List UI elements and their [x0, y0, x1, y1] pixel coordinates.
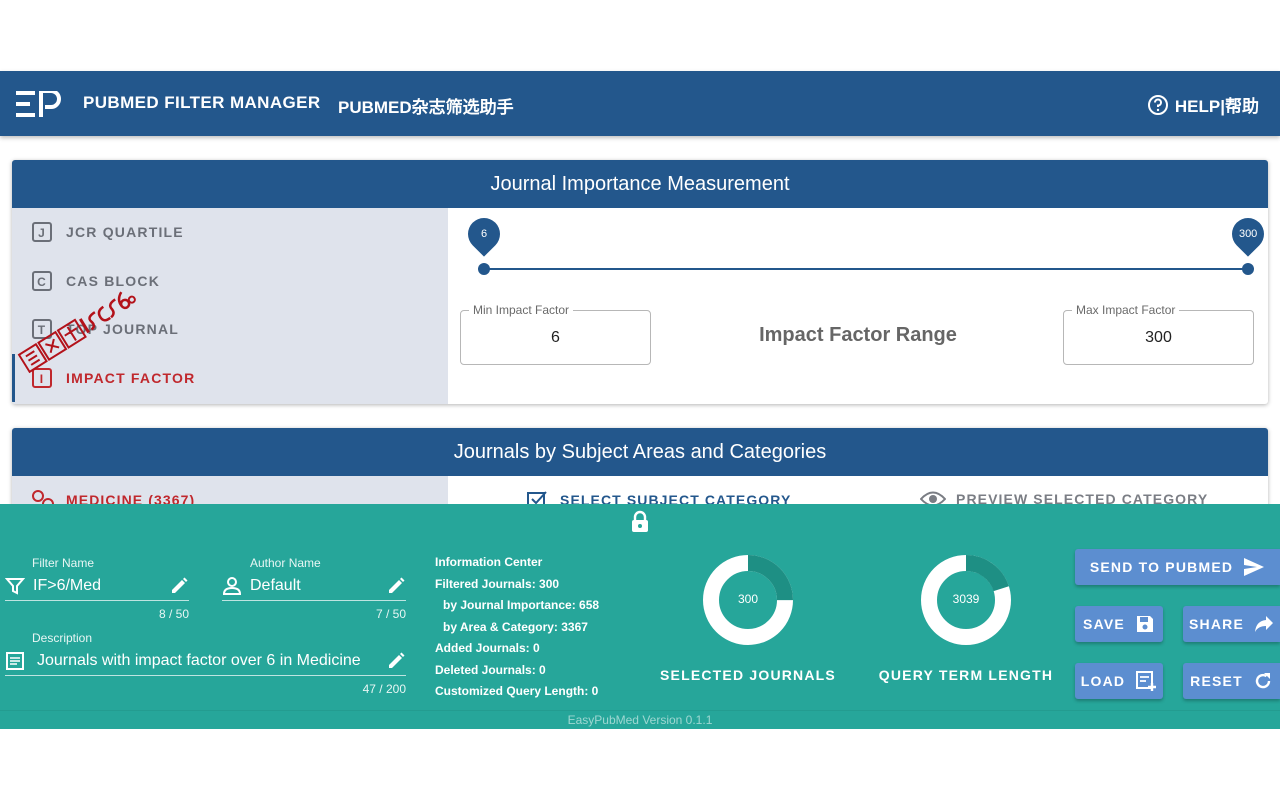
refresh-icon [1253, 671, 1273, 691]
reset-button[interactable]: RESET [1183, 663, 1280, 699]
info-deleted-journals: Deleted Journals: 0 [435, 662, 546, 677]
info-custom-query-length: Customized Query Length: 0 [435, 684, 599, 698]
character-counter: 7 / 50 [375, 607, 406, 621]
query-length-donut: 3039 [920, 554, 1012, 646]
button-label: SHARE [1188, 616, 1244, 632]
field-label: Max Impact Factor [1072, 303, 1180, 317]
svg-text:C: C [37, 275, 47, 289]
menu-label: IMPACT FACTOR [66, 369, 196, 386]
lock-icon[interactable] [630, 510, 650, 534]
pencil-icon[interactable] [386, 651, 406, 671]
slider-min-handle[interactable] [478, 263, 490, 275]
info-by-importance: by Journal Importance: 658 [443, 598, 600, 612]
importance-menu: J JCR QUARTILE C CAS BLOCK T TOP JOURNAL… [12, 208, 448, 404]
query-length-label: QUERY TERM LENGTH [878, 667, 1054, 683]
description-field[interactable]: Description Journals with impact factor … [5, 631, 406, 696]
letter-j-icon: J [32, 222, 52, 243]
app-title: PUBMED FILTER MANAGER [83, 93, 321, 112]
version-label: EasyPubMed Version 0.1.1 [567, 713, 713, 727]
field-label: Description [32, 631, 93, 645]
menu-item-cas-block[interactable]: C CAS BLOCK [12, 257, 448, 306]
footer-divider [0, 710, 1280, 711]
button-label: RESET [1190, 673, 1243, 689]
selected-journals-value: 300 [737, 592, 759, 606]
load-button[interactable]: LOAD [1075, 663, 1163, 699]
menu-label: JCR QUARTILE [66, 224, 184, 241]
journal-importance-card: Journal Importance Measurement J JCR QUA… [12, 160, 1268, 404]
field-value[interactable]: 6 [461, 329, 650, 347]
pencil-icon[interactable] [386, 576, 406, 596]
min-impact-factor-field[interactable]: Min Impact Factor 6 [460, 303, 651, 365]
filter-summary-bar: Filter Name IF>6/Med 8 / 50 Author Name … [0, 504, 1280, 729]
field-label: Filter Name [32, 556, 95, 570]
range-title: Impact Factor Range [759, 324, 957, 346]
notes-icon [5, 651, 25, 671]
max-impact-factor-field[interactable]: Max Impact Factor 300 [1063, 303, 1254, 365]
help-label: HELP|帮助 [1174, 97, 1259, 116]
field-label: Min Impact Factor [469, 303, 574, 317]
info-title: Information Center [435, 555, 543, 569]
card-title: Journals by Subject Areas and Categories [12, 428, 1268, 476]
info-by-area: by Area & Category: 3367 [443, 619, 588, 634]
menu-item-impact-factor[interactable]: I IMPACT FACTOR [12, 353, 448, 402]
filter-name-input[interactable]: IF>6/Med [33, 577, 169, 595]
svg-text:I: I [40, 372, 45, 386]
info-added-journals: Added Journals: 0 [435, 641, 540, 655]
author-name-field[interactable]: Author Name Default 7 / 50 [222, 556, 406, 621]
send-icon [1243, 557, 1265, 577]
ep-logo-icon[interactable] [16, 91, 62, 117]
filter-icon [5, 576, 25, 596]
author-name-input[interactable]: Default [250, 577, 386, 595]
field-label: Author Name [250, 556, 321, 570]
send-to-pubmed-button[interactable]: SEND TO PUBMED [1075, 549, 1280, 585]
person-icon [222, 576, 242, 596]
character-counter: 8 / 50 [158, 607, 189, 621]
menu-label: CAS BLOCK [66, 272, 161, 289]
impact-factor-slider[interactable] [484, 268, 1248, 270]
field-value[interactable]: 300 [1064, 329, 1253, 347]
button-label: SEND TO PUBMED [1089, 559, 1234, 575]
menu-item-jcr-quartile[interactable]: J JCR QUARTILE [12, 208, 448, 257]
slider-max-value-label: 300 [1225, 211, 1268, 257]
share-button[interactable]: SHARE [1183, 606, 1280, 642]
selected-journals-label: SELECTED JOURNALS [660, 667, 836, 683]
letter-c-icon: C [32, 270, 52, 291]
impact-factor-panel: 6 300 Min Impact Factor 6 Impact Factor … [448, 208, 1268, 404]
slider-min-value-label: 6 [461, 211, 507, 257]
button-label: SAVE [1083, 616, 1125, 632]
query-length-value: 3039 [952, 592, 980, 606]
button-label: LOAD [1080, 673, 1126, 689]
filter-name-field[interactable]: Filter Name IF>6/Med 8 / 50 [5, 556, 189, 621]
help-circle-icon [1147, 94, 1169, 116]
playlist-add-icon [1135, 670, 1157, 692]
save-button[interactable]: SAVE [1075, 606, 1163, 642]
svg-text:J: J [38, 226, 46, 240]
app-header: PUBMED FILTER MANAGER PUBMED杂志筛选助手 HELP|… [0, 71, 1280, 136]
floppy-disk-icon [1135, 614, 1155, 634]
help-button[interactable]: HELP|帮助 [1147, 92, 1259, 117]
share-arrow-icon [1254, 615, 1274, 633]
pencil-icon[interactable] [169, 576, 189, 596]
slider-max-handle[interactable] [1242, 263, 1254, 275]
character-counter: 47 / 200 [362, 682, 406, 696]
selected-journals-donut: 300 [702, 554, 794, 646]
app-title-chinese: PUBMED杂志筛选助手 [338, 98, 514, 117]
card-title: Journal Importance Measurement [12, 160, 1268, 208]
description-input[interactable]: Journals with impact factor over 6 in Me… [37, 652, 386, 670]
info-filtered-journals: Filtered Journals: 300 [435, 576, 560, 591]
information-center: Information Center Filtered Journals: 30… [435, 552, 599, 703]
